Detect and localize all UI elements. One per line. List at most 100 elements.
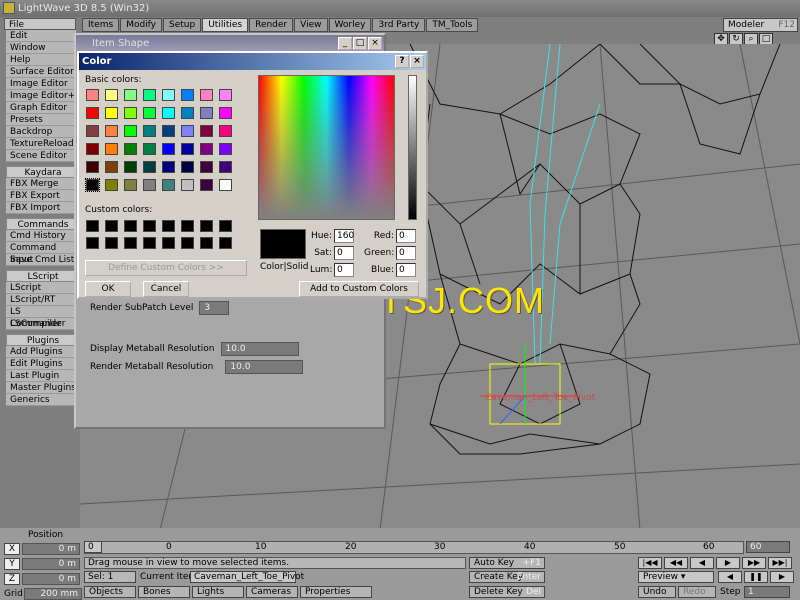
- sidebar-file[interactable]: File: [4, 18, 76, 30]
- basic-color-swatch[interactable]: [124, 143, 137, 155]
- basic-color-swatch[interactable]: [86, 143, 99, 155]
- redo-button[interactable]: Redo: [678, 586, 716, 598]
- undo-button[interactable]: Undo: [638, 586, 676, 598]
- basic-color-swatch[interactable]: [200, 161, 213, 173]
- current-item-dropdown[interactable]: Caveman_Left_Toe_Pivot: [190, 571, 304, 583]
- basic-color-swatch[interactable]: [181, 125, 194, 137]
- display-metaball-field[interactable]: 10.0: [220, 342, 299, 356]
- basic-color-swatch[interactable]: [143, 161, 156, 173]
- first-frame-icon[interactable]: |◀◀: [638, 557, 662, 569]
- last-frame-icon[interactable]: ▶▶|: [768, 557, 792, 569]
- preview-dropdown[interactable]: Preview ▾: [638, 571, 714, 583]
- basic-color-swatch[interactable]: [181, 107, 194, 119]
- sidebar-item[interactable]: Surface Editor: [6, 66, 76, 78]
- step-field[interactable]: 1: [744, 586, 790, 598]
- basic-color-swatch[interactable]: [105, 125, 118, 137]
- tab-tm-tools[interactable]: TM_Tools: [426, 18, 479, 32]
- ok-button[interactable]: OK: [85, 281, 131, 297]
- pause-icon[interactable]: ❚❚: [744, 571, 768, 583]
- basic-color-swatch[interactable]: [181, 89, 194, 101]
- close-icon[interactable]: ×: [368, 37, 382, 50]
- prev-key-icon[interactable]: ◀◀: [664, 557, 688, 569]
- hue-input[interactable]: 160: [334, 229, 354, 243]
- x-position-field[interactable]: 0 m: [22, 542, 80, 555]
- basic-color-swatch[interactable]: [86, 161, 99, 173]
- sidebar-item[interactable]: Command Input: [6, 242, 76, 265]
- basic-color-swatch[interactable]: [105, 89, 118, 101]
- basic-color-swatch[interactable]: [219, 143, 232, 155]
- custom-color-swatch[interactable]: [181, 220, 194, 232]
- green-input[interactable]: 0: [396, 246, 416, 260]
- basic-color-swatch[interactable]: [105, 179, 118, 191]
- basic-color-swatch[interactable]: [162, 179, 175, 191]
- render-metaball-field[interactable]: 10.0: [225, 360, 304, 374]
- basic-color-swatch[interactable]: [162, 89, 175, 101]
- tab-setup[interactable]: Setup: [163, 18, 202, 32]
- blue-input[interactable]: 0: [396, 263, 416, 277]
- custom-color-swatch[interactable]: [200, 237, 213, 249]
- tab-modify[interactable]: Modify: [120, 18, 163, 32]
- basic-color-swatch[interactable]: [124, 89, 137, 101]
- sidebar-item[interactable]: Cmd History: [6, 230, 76, 242]
- basic-color-swatch[interactable]: [86, 125, 99, 137]
- properties-button[interactable]: Properties: [300, 586, 372, 598]
- modeler-button[interactable]: Modeler F12: [723, 18, 798, 32]
- sidebar-item[interactable]: Image Editor: [6, 78, 76, 90]
- define-custom-colors-button[interactable]: Define Custom Colors >>: [85, 260, 247, 276]
- custom-color-swatch[interactable]: [219, 237, 232, 249]
- play-back-icon[interactable]: ◀: [718, 571, 742, 583]
- render-subpatch-field[interactable]: 3: [199, 301, 230, 315]
- custom-color-swatch[interactable]: [105, 237, 118, 249]
- y-position-field[interactable]: 0 m: [22, 557, 80, 570]
- basic-color-swatch[interactable]: [219, 107, 232, 119]
- close-icon[interactable]: ×: [410, 55, 424, 68]
- custom-color-swatch[interactable]: [124, 237, 137, 249]
- sidebar-item[interactable]: Graph Editor: [6, 102, 76, 114]
- red-input[interactable]: 0: [396, 229, 416, 243]
- basic-color-swatch[interactable]: [162, 161, 175, 173]
- create-key-button[interactable]: Create Key Enter: [469, 571, 545, 583]
- basic-color-swatch[interactable]: [219, 161, 232, 173]
- sidebar-item[interactable]: LScript/RT: [6, 294, 76, 306]
- delete-key-button[interactable]: Delete Key Del: [469, 586, 545, 598]
- cameras-button[interactable]: Cameras: [246, 586, 298, 598]
- tab-utilities[interactable]: Utilities: [202, 18, 249, 32]
- add-custom-colors-button[interactable]: Add to Custom Colors: [299, 281, 419, 297]
- sidebar-item[interactable]: Master Plugins: [6, 382, 76, 394]
- end-frame-field[interactable]: 60: [746, 541, 790, 553]
- minimize-icon[interactable]: _: [338, 37, 352, 50]
- sidebar-item[interactable]: Generics: [6, 394, 76, 406]
- basic-color-swatch[interactable]: [86, 89, 99, 101]
- basic-color-swatch[interactable]: [105, 107, 118, 119]
- sidebar-item[interactable]: FBX Merge: [6, 178, 76, 190]
- custom-color-swatch[interactable]: [181, 237, 194, 249]
- custom-color-swatch[interactable]: [143, 220, 156, 232]
- cancel-button[interactable]: Cancel: [143, 281, 189, 297]
- basic-color-swatch[interactable]: [200, 89, 213, 101]
- color-spectrum[interactable]: [258, 75, 395, 220]
- basic-color-swatch[interactable]: [200, 179, 213, 191]
- basic-color-swatch[interactable]: [124, 107, 137, 119]
- tab-render[interactable]: Render: [249, 18, 294, 32]
- current-frame[interactable]: 0: [84, 541, 102, 553]
- basic-color-swatch[interactable]: [181, 143, 194, 155]
- tab-3rd-party[interactable]: 3rd Party: [372, 18, 426, 32]
- sidebar-item[interactable]: Last Plugin: [6, 370, 76, 382]
- sidebar-item[interactable]: TextureReload: [6, 138, 76, 150]
- custom-color-swatch[interactable]: [200, 220, 213, 232]
- next-key-icon[interactable]: ▶▶: [742, 557, 766, 569]
- basic-color-swatch[interactable]: [162, 125, 175, 137]
- sidebar-item[interactable]: FBX Import: [6, 202, 76, 214]
- objects-button[interactable]: Objects: [84, 586, 136, 598]
- y-axis-button[interactable]: Y: [4, 557, 20, 570]
- sidebar-item[interactable]: Edit Plugins: [6, 358, 76, 370]
- sidebar-item[interactable]: LS Commander: [6, 306, 76, 329]
- custom-color-swatch[interactable]: [86, 237, 99, 249]
- custom-color-swatch[interactable]: [143, 237, 156, 249]
- luminance-slider[interactable]: [408, 75, 417, 220]
- basic-color-swatch[interactable]: [143, 125, 156, 137]
- sidebar-item[interactable]: Scene Editor: [6, 150, 76, 162]
- tab-view[interactable]: View: [294, 18, 328, 32]
- sidebar-item[interactable]: Edit: [6, 30, 76, 42]
- sidebar-item[interactable]: Image Editor+: [6, 90, 76, 102]
